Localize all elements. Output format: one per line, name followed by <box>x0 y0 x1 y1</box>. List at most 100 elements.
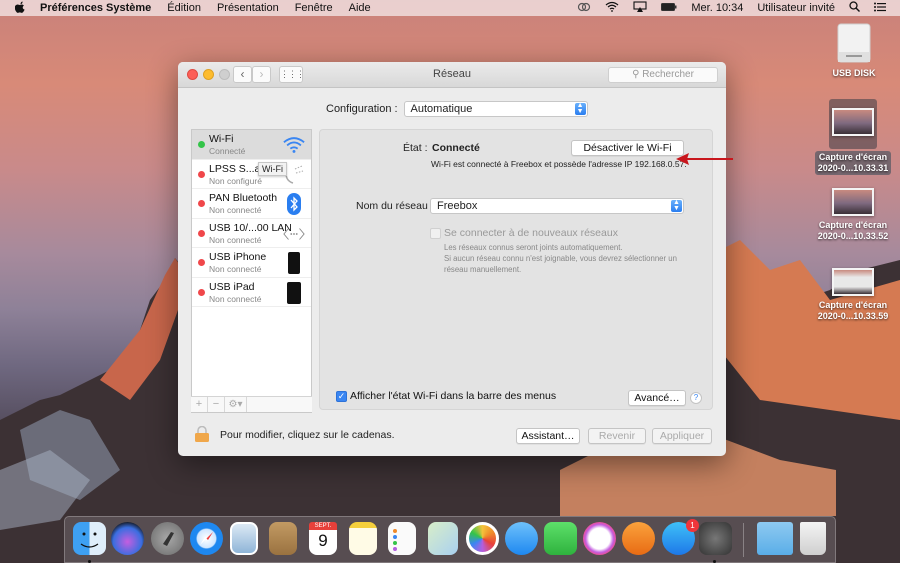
trash-icon[interactable] <box>800 522 826 555</box>
remove-service-button[interactable]: − <box>208 397 225 412</box>
status-label: État : <box>403 142 428 154</box>
status-value: Connecté <box>432 142 480 154</box>
auto-join-description-line1: Les réseaux connus seront joints automat… <box>444 243 623 252</box>
airplay-icon[interactable] <box>633 1 647 15</box>
status-dot <box>198 170 205 178</box>
wifi-icon <box>283 134 305 156</box>
search-icon: ⚲ <box>632 69 643 80</box>
tooltip: Wi-Fi <box>258 162 287 176</box>
network-preferences-window: ‹ › ⋮⋮⋮ Réseau ⚲ Rechercher Configuratio… <box>178 62 726 456</box>
itunes-icon[interactable] <box>583 522 616 555</box>
user-menu[interactable]: Utilisateur invité <box>757 2 835 14</box>
system-preferences-icon[interactable] <box>699 522 732 555</box>
menu-presentation[interactable]: Présentation <box>217 2 279 14</box>
status-dot <box>198 259 205 266</box>
service-status: Non connecté <box>209 205 262 215</box>
lock-message: Pour modifier, cliquez sur le cadenas. <box>220 429 395 441</box>
clock[interactable]: Mer. 10:34 <box>691 2 743 14</box>
menu-fenetre[interactable]: Fenêtre <box>295 2 333 14</box>
auto-join-checkbox[interactable] <box>430 228 441 239</box>
desktop-screenshot-2[interactable]: Capture d'écran 2020-0...10.33.52 <box>813 188 893 242</box>
help-button[interactable]: ? <box>690 392 702 404</box>
service-usb-iphone[interactable]: USB iPhone Non connecté <box>192 248 311 278</box>
desktop-screenshot-3[interactable]: Capture d'écran 2020-0...10.33.59 <box>813 268 893 322</box>
status-dot <box>198 141 205 148</box>
service-name: PAN Bluetooth <box>209 192 278 204</box>
annotation-arrow-icon <box>676 153 733 165</box>
downloads-folder-icon[interactable] <box>757 522 793 555</box>
service-lpss[interactable]: LPSS S...apt Non configuré <box>192 160 311 189</box>
screenshot-thumbnail-icon <box>832 108 874 136</box>
configuration-value: Automatique <box>410 103 473 115</box>
notification-center-icon[interactable] <box>874 2 886 15</box>
ethernet-icon <box>283 223 305 245</box>
add-service-button[interactable]: + <box>191 397 208 412</box>
launchpad-icon[interactable] <box>151 522 184 555</box>
search-field[interactable]: ⚲ Rechercher <box>608 67 718 83</box>
service-usb-lan[interactable]: USB 10/...00 LAN Non connecté <box>192 219 311 248</box>
app-store-icon[interactable]: 1 <box>662 519 699 555</box>
spotlight-icon[interactable] <box>849 1 860 15</box>
network-name-value: Freebox <box>437 200 478 212</box>
disable-wifi-button[interactable]: Désactiver le Wi-Fi <box>571 140 684 156</box>
dock: SEPT. 9 1 <box>64 516 836 563</box>
service-usb-ipad[interactable]: USB iPad Non connecté <box>192 278 311 307</box>
search-placeholder: Rechercher <box>642 69 694 80</box>
screenshot-thumbnail-icon <box>832 268 874 296</box>
service-status: Non connecté <box>209 234 262 245</box>
status-dot <box>198 200 205 207</box>
apple-menu-icon[interactable] <box>14 0 26 16</box>
ibooks-icon[interactable] <box>622 522 655 555</box>
popup-arrows-icon: ▲ ▼ <box>671 199 682 212</box>
messages-icon[interactable] <box>505 522 538 555</box>
creative-cloud-icon[interactable] <box>577 2 591 15</box>
battery-icon[interactable] <box>661 2 677 14</box>
menu-edition[interactable]: Édition <box>167 2 201 14</box>
auto-join-description: Les réseaux connus seront joints automat… <box>444 242 689 275</box>
title-bar[interactable]: ‹ › ⋮⋮⋮ Réseau ⚲ Rechercher <box>178 62 726 88</box>
desktop-icon-label: Capture d'écran <box>818 220 888 230</box>
advanced-button[interactable]: Avancé… <box>628 390 686 406</box>
menu-bar: Préférences Système Édition Présentation… <box>0 0 900 16</box>
service-name: USB 10/...00 LAN <box>209 221 292 234</box>
app-store-badge: 1 <box>686 519 699 532</box>
lock-icon[interactable] <box>195 425 209 442</box>
network-name-popup[interactable]: Freebox ▲ ▼ <box>430 198 684 214</box>
desktop-screenshot-1[interactable]: Capture d'écran 2020-0...10.33.31 <box>813 99 893 175</box>
desktop-usb-disk[interactable]: USB DISK <box>814 22 894 79</box>
iphone-icon <box>283 252 305 274</box>
external-drive-icon <box>837 23 871 63</box>
status-description: Wi-Fi est connecté à Freebox et possède … <box>431 159 687 169</box>
service-status: Connecté <box>209 146 246 156</box>
service-pan-bluetooth[interactable]: PAN Bluetooth Non connecté <box>192 189 311 219</box>
menu-aide[interactable]: Aide <box>349 2 371 14</box>
assistant-button[interactable]: Assistant… <box>516 428 580 444</box>
configuration-popup[interactable]: Automatique ▲ ▼ <box>403 101 588 117</box>
apply-button[interactable]: Appliquer <box>652 428 712 444</box>
finder-icon[interactable] <box>73 522 106 555</box>
status-dot <box>198 288 205 296</box>
notes-icon[interactable] <box>349 522 377 555</box>
ipad-icon <box>283 281 305 304</box>
reminders-icon[interactable] <box>388 522 416 555</box>
service-status: Non connecté <box>209 264 262 274</box>
mail-icon[interactable] <box>230 522 258 555</box>
photos-icon[interactable] <box>466 522 499 555</box>
show-wifi-status-checkbox[interactable]: ✓ <box>336 391 347 402</box>
contacts-icon[interactable] <box>269 522 297 555</box>
dock-separator <box>743 523 744 557</box>
maps-icon[interactable] <box>428 522 458 555</box>
calendar-icon[interactable]: SEPT. 9 <box>309 522 337 555</box>
facetime-icon[interactable] <box>544 522 577 555</box>
auto-join-description-line2: Si aucun réseau connu n'est joignable, v… <box>444 254 677 274</box>
gear-menu-button[interactable]: ⚙▾ <box>225 397 247 412</box>
desktop-icon-label: Capture d'écran <box>818 300 888 310</box>
menu-app-name[interactable]: Préférences Système <box>40 2 151 14</box>
revert-button[interactable]: Revenir <box>588 428 646 444</box>
safari-icon[interactable] <box>190 522 223 555</box>
wifi-status-icon[interactable] <box>605 1 619 15</box>
desktop-icon-sublabel: 2020-0...10.33.31 <box>817 163 889 173</box>
service-list[interactable]: Wi-Fi Connecté LPSS S...apt Non configur… <box>191 129 312 413</box>
siri-icon[interactable] <box>111 522 144 555</box>
service-wifi[interactable]: Wi-Fi Connecté <box>192 130 311 160</box>
